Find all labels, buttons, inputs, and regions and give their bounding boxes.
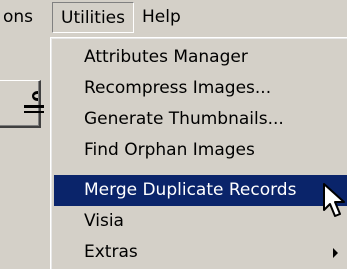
menu-item-find-orphan-images[interactable]: Find Orphan Images <box>54 135 347 166</box>
menu-item-label: Merge Duplicate Records <box>84 180 297 200</box>
menu-item-extras[interactable]: Extras <box>54 237 347 268</box>
toolbar <box>0 37 50 267</box>
utilities-dropdown-menu: Attributes Manager Recompress Images... … <box>50 37 347 269</box>
menu-item-visia[interactable]: Visia <box>54 206 347 237</box>
menu-bar: ons Utilities Help <box>0 0 347 37</box>
menu-item-label: Extras <box>84 242 138 262</box>
menu-item-merge-duplicate-records[interactable]: Merge Duplicate Records <box>54 175 347 206</box>
menu-item-label: Attributes Manager <box>84 47 248 67</box>
menu-options[interactable]: ons <box>0 2 39 33</box>
menu-item-label: Visia <box>84 211 124 231</box>
menu-item-recompress-images[interactable]: Recompress Images... <box>54 73 347 104</box>
menu-item-attributes-manager[interactable]: Attributes Manager <box>54 42 347 73</box>
tool-icon <box>24 91 44 113</box>
mouse-cursor-icon <box>323 183 345 217</box>
menu-item-label: Recompress Images... <box>84 78 272 98</box>
menu-item-generate-thumbnails[interactable]: Generate Thumbnails... <box>54 104 347 135</box>
menu-item-label: Generate Thumbnails... <box>84 109 284 129</box>
menu-item-label: Find Orphan Images <box>84 140 255 160</box>
submenu-arrow-icon <box>333 248 338 258</box>
menu-help[interactable]: Help <box>136 2 187 33</box>
menu-utilities[interactable]: Utilities <box>52 2 134 33</box>
toolbar-button[interactable] <box>0 80 44 128</box>
